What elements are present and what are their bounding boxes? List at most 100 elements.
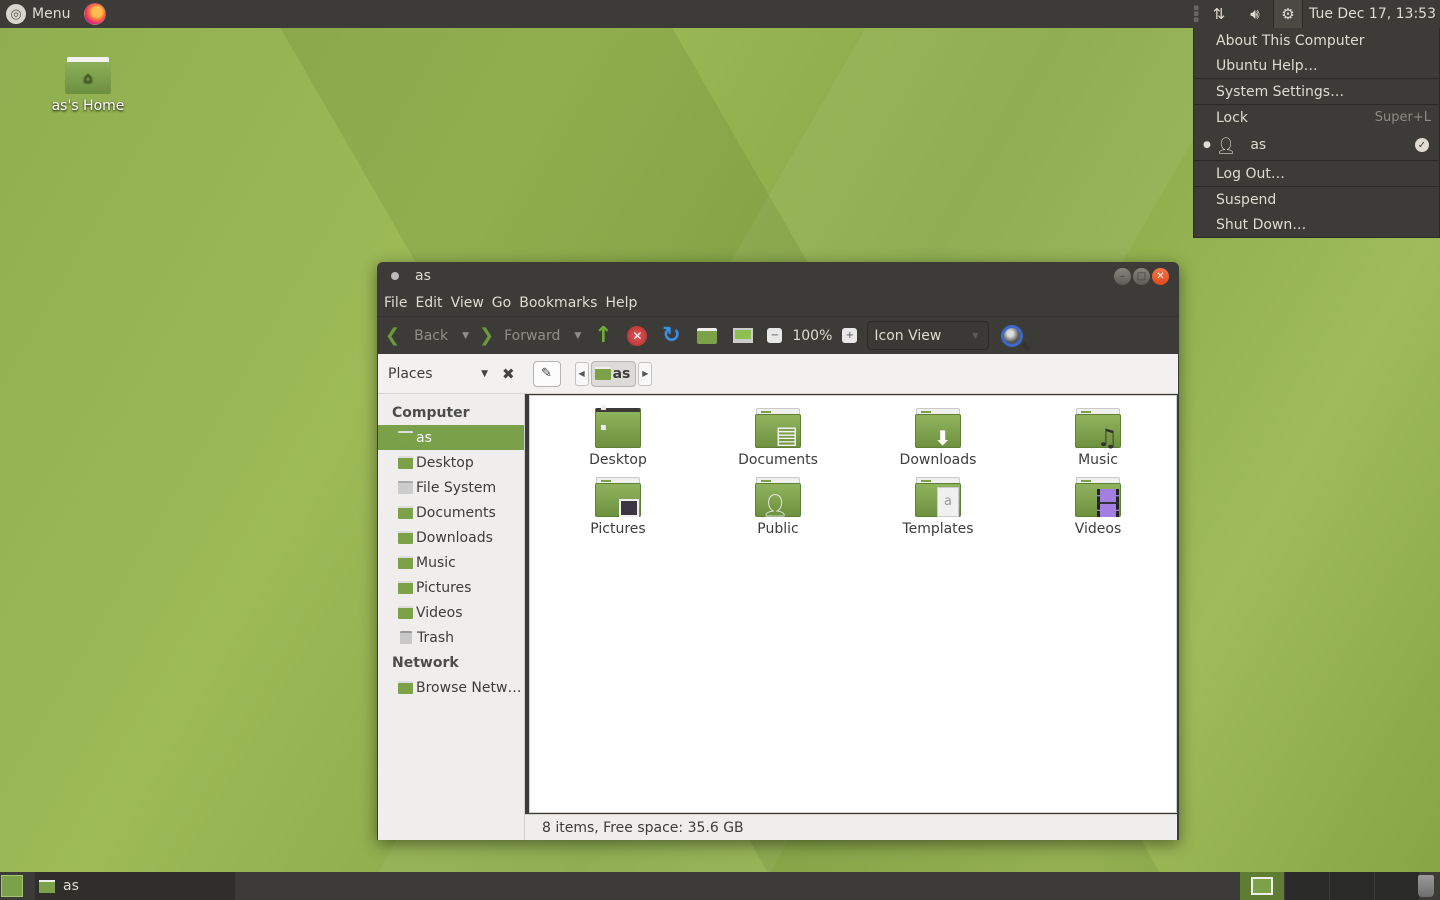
- file-item-documents[interactable]: ▤ Documents: [698, 408, 858, 468]
- menu-item-lock[interactable]: Lock Super+L: [1194, 105, 1439, 130]
- back-label: Back: [414, 327, 449, 344]
- volume-icon[interactable]: 🔊︎: [1237, 0, 1273, 28]
- menu-item-shutdown[interactable]: Shut Down…: [1194, 212, 1439, 237]
- menu-item-label: Shut Down…: [1216, 216, 1307, 233]
- sidebar-item-documents[interactable]: Documents: [378, 500, 524, 525]
- zoom-out-button[interactable]: −: [767, 328, 783, 343]
- top-panel: ◎ Menu ▪ ▪ ▪ ⇅ 🔊︎ ⚙ Tue Dec 17, 13:53: [0, 0, 1440, 28]
- view-mode-select[interactable]: Icon View ▼: [867, 321, 990, 350]
- back-arrow-icon: ❮: [385, 325, 401, 346]
- breadcrumb-as[interactable]: as: [590, 360, 637, 387]
- menu-item-settings[interactable]: System Settings…: [1194, 79, 1439, 104]
- stop-icon[interactable]: ✕: [627, 325, 648, 346]
- menu-item-help[interactable]: Ubuntu Help…: [1194, 53, 1439, 78]
- task-label: as: [63, 878, 79, 894]
- workspace-1[interactable]: [1239, 872, 1284, 900]
- menu-help[interactable]: Help: [605, 295, 643, 311]
- close-button[interactable]: ✕: [1152, 268, 1169, 285]
- menu-item-logout[interactable]: Log Out…: [1194, 161, 1439, 186]
- file-item-public[interactable]: 👤︎ Public: [698, 477, 858, 537]
- back-button[interactable]: ❮ Back ▼: [385, 325, 469, 346]
- close-pane-icon[interactable]: ✖: [502, 365, 515, 383]
- menu-item-label: Ubuntu Help…: [1216, 57, 1318, 74]
- session-gear-icon[interactable]: ⚙: [1273, 0, 1304, 28]
- sidebar-header-network: Network: [392, 654, 459, 671]
- forward-button[interactable]: ❯ Forward ▼: [479, 325, 581, 346]
- crumb-left-button[interactable]: ◀: [574, 361, 589, 386]
- file-item-pictures[interactable]: Pictures: [538, 477, 698, 537]
- menu-go[interactable]: Go: [492, 295, 517, 311]
- places-selector[interactable]: Places ▼: [378, 366, 488, 382]
- taskbar-item-as[interactable]: as: [35, 872, 235, 900]
- zoom-in-button[interactable]: +: [842, 328, 858, 343]
- title-bar[interactable]: as – □ ✕: [377, 262, 1179, 290]
- menu-view[interactable]: View: [451, 295, 490, 311]
- file-item-music[interactable]: ♫ Music: [1018, 408, 1178, 468]
- menu-item-user[interactable]: ● 👤︎ as ✓: [1194, 130, 1439, 160]
- desktop-home-icon[interactable]: ⌂ as's Home: [48, 54, 128, 114]
- desktop-folder-icon: ▪ ▪: [595, 402, 641, 448]
- videos-folder-icon: [398, 606, 413, 619]
- minimize-button[interactable]: –: [1114, 268, 1131, 285]
- file-item-downloads[interactable]: ⬇ Downloads: [858, 408, 1018, 468]
- active-bullet-icon: ●: [1203, 140, 1211, 150]
- menu-bookmarks[interactable]: Bookmarks: [519, 295, 603, 311]
- sidebar-item-downloads[interactable]: Downloads: [378, 525, 524, 550]
- sidebar-item-label: Documents: [416, 504, 496, 521]
- show-desktop-button[interactable]: [1, 875, 23, 897]
- sidebar-item-file-system[interactable]: File System: [378, 475, 524, 500]
- file-view[interactable]: ▪ ▪ Desktop ▤ Documents ⬇ Downloads ♫ Music P…: [529, 395, 1177, 813]
- tray-handle-icon: ▪ ▪ ▪: [1192, 3, 1200, 25]
- workspace-3[interactable]: [1329, 872, 1374, 900]
- sidebar-item-desktop[interactable]: Desktop: [378, 450, 524, 475]
- file-label: Downloads: [899, 452, 977, 468]
- documents-folder-icon: ▤: [755, 408, 801, 448]
- sidebar-item-label: Pictures: [416, 579, 472, 596]
- file-item-templates[interactable]: a Templates: [858, 477, 1018, 537]
- forward-dropdown-icon[interactable]: ▼: [574, 331, 581, 341]
- home-folder-icon: [594, 367, 611, 380]
- file-label: Public: [757, 521, 799, 537]
- downloads-folder-icon: [398, 531, 413, 544]
- sidebar-item-music[interactable]: Music: [378, 550, 524, 575]
- sidebar-item-pictures[interactable]: Pictures: [378, 575, 524, 600]
- network-icon[interactable]: ⇅: [1201, 0, 1237, 28]
- music-folder-icon: ♫: [1075, 408, 1121, 450]
- home-folder-icon: [697, 327, 718, 344]
- menu-item-suspend[interactable]: Suspend: [1194, 187, 1439, 212]
- menu-item-label: About This Computer: [1216, 32, 1365, 49]
- menu-item-label: Lock: [1216, 109, 1248, 126]
- maximize-button[interactable]: □: [1133, 268, 1150, 285]
- menu-file[interactable]: File: [384, 295, 413, 311]
- sidebar-item-browse-network[interactable]: Browse Netw…: [378, 675, 524, 700]
- sidebar-item-trash[interactable]: Trash: [378, 625, 524, 650]
- main-menu-button[interactable]: ◎ Menu: [0, 0, 76, 28]
- trash-icon[interactable]: [1418, 875, 1434, 897]
- templates-folder-icon: a: [915, 477, 961, 517]
- home-folder-icon: ⌂: [65, 54, 111, 94]
- file-item-desktop[interactable]: ▪ ▪ Desktop: [538, 402, 698, 468]
- firefox-icon[interactable]: [84, 3, 107, 25]
- file-item-videos[interactable]: Videos: [1018, 477, 1178, 537]
- clock[interactable]: Tue Dec 17, 13:53: [1303, 6, 1440, 22]
- home-button[interactable]: [695, 324, 719, 348]
- sidebar-item-as[interactable]: as: [378, 425, 524, 450]
- back-dropdown-icon[interactable]: ▼: [462, 331, 469, 341]
- reload-icon[interactable]: ↻: [659, 323, 683, 348]
- menu-item-about[interactable]: About This Computer: [1194, 28, 1439, 53]
- menu-item-label: as: [1250, 137, 1267, 153]
- crumb-right-button[interactable]: ▶: [638, 361, 653, 386]
- workspace-4[interactable]: [1374, 872, 1419, 900]
- computer-button[interactable]: [731, 324, 755, 348]
- menu-edit[interactable]: Edit: [415, 295, 448, 311]
- up-arrow-icon[interactable]: ↑: [591, 323, 615, 348]
- edit-location-button[interactable]: ✎: [532, 360, 561, 387]
- checkmark-icon: ✓: [1415, 138, 1429, 152]
- sidebar-header-computer: Computer: [392, 404, 470, 421]
- sidebar-item-label: Trash: [417, 629, 454, 646]
- window-menu-icon[interactable]: [391, 272, 399, 280]
- search-icon[interactable]: [1001, 324, 1024, 347]
- status-bar: 8 items, Free space: 35.6 GB: [525, 814, 1177, 840]
- sidebar-item-videos[interactable]: Videos: [378, 600, 524, 625]
- workspace-2[interactable]: [1284, 872, 1329, 900]
